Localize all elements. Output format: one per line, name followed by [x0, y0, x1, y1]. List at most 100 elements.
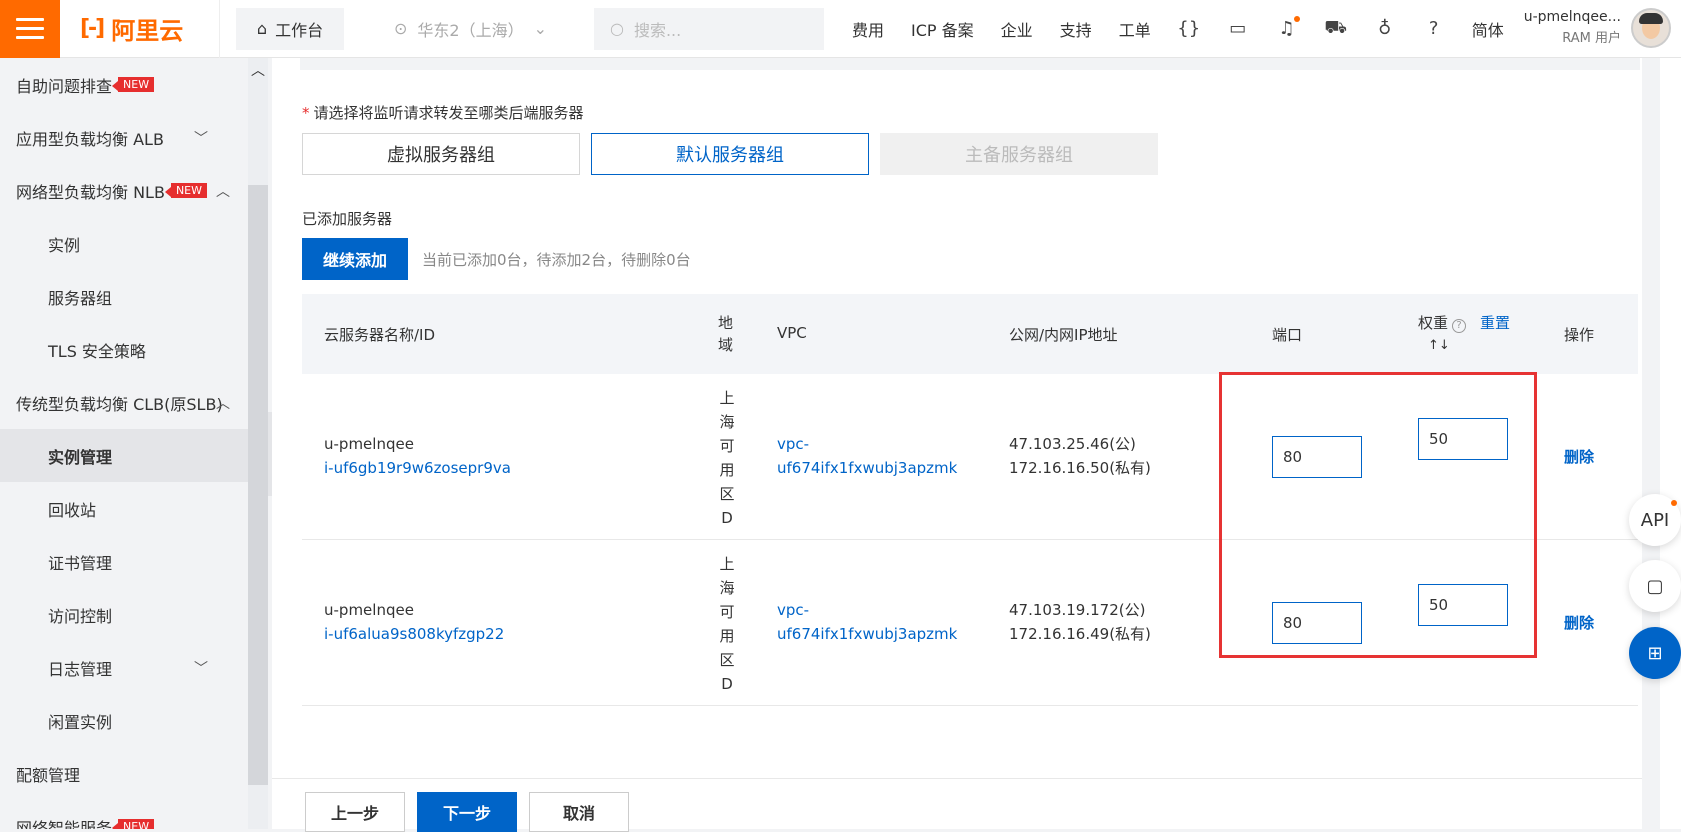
- sidebar-item-quota[interactable]: 配额管理: [0, 747, 248, 800]
- scroll-up-icon[interactable]: ︿: [251, 60, 265, 80]
- server-id-link[interactable]: i-uf6alua9s808kyfzgp22: [324, 622, 504, 646]
- sidebar-item-network-smart[interactable]: 网络智能服务 NEW: [0, 800, 248, 829]
- sidebar-item-label: TLS 安全策略: [48, 341, 146, 361]
- region-label: 华东2（上海）: [417, 20, 524, 40]
- sidebar-item-label: 实例: [48, 235, 81, 255]
- add-status-hint: 当前已添加0台，待添加2台，待删除0台: [422, 251, 691, 269]
- vpc-link[interactable]: vpc-uf674ifx1fxwubj3apzmk: [777, 598, 957, 646]
- sidebar-item-label: 回收站: [48, 500, 97, 520]
- default-server-group-option[interactable]: 默认服务器组: [591, 133, 869, 175]
- sidebar-item-label: 访问控制: [48, 606, 113, 626]
- nav-support[interactable]: 支持: [1060, 17, 1092, 41]
- col-ip: 公网/内网IP地址: [1009, 326, 1118, 344]
- api-button[interactable]: API: [1629, 494, 1681, 546]
- sidebar-item-label: 应用型负载均衡 ALB: [16, 129, 164, 149]
- prompt-text: 请选择将监听请求转发至哪类后端服务器: [313, 104, 584, 122]
- virtual-server-group-option[interactable]: 虚拟服务器组: [302, 133, 580, 175]
- code-icon[interactable]: {}: [1177, 18, 1200, 40]
- new-badge: NEW: [112, 77, 155, 92]
- prev-step-button[interactable]: 上一步: [305, 792, 405, 832]
- user-info[interactable]: u-pmelnqee... RAM 用户: [1524, 6, 1621, 50]
- page-scrollbar[interactable]: [1660, 58, 1681, 829]
- location-pin-icon: ⊙: [394, 19, 408, 38]
- terminal-icon[interactable]: ▭: [1227, 18, 1249, 40]
- server-name: u-pmelnqee: [324, 601, 414, 619]
- home-icon: ⌂: [256, 19, 268, 38]
- server-id-link[interactable]: i-uf6gb19r9w6zosepr9va: [324, 456, 511, 480]
- zone-text: 上海可用区D: [719, 555, 735, 693]
- sidebar-item-access-control[interactable]: 访问控制: [0, 588, 248, 641]
- sidebar-item-instance[interactable]: 实例: [0, 217, 248, 270]
- col-vpc: VPC: [777, 324, 807, 342]
- sidebar-item-label: 日志管理: [48, 659, 113, 679]
- sidebar-item-troubleshoot[interactable]: 自助问题排查 NEW: [0, 58, 248, 111]
- help-icon[interactable]: ?: [1452, 319, 1467, 333]
- bell-icon[interactable]: ♫: [1276, 15, 1300, 40]
- nav-ticket[interactable]: 工单: [1119, 17, 1151, 41]
- sidebar-scrollbar-thumb[interactable]: [248, 185, 268, 785]
- sidebar-item-label: 传统型负载均衡 CLB(原SLB): [16, 394, 223, 414]
- workbench-label: 工作台: [275, 20, 324, 40]
- new-badge: NEW: [164, 183, 208, 198]
- sort-icon[interactable]: ↑↓: [1428, 338, 1450, 353]
- ip-addresses: 47.103.19.172(公) 172.16.16.49(私有): [1009, 601, 1151, 643]
- chat-icon[interactable]: ▢: [1629, 560, 1681, 612]
- lightbulb-icon[interactable]: ♁: [1374, 18, 1396, 40]
- server-name: u-pmelnqee: [324, 435, 414, 453]
- sidebar-item-alb[interactable]: 应用型负载均衡 ALB ﹀: [0, 111, 248, 164]
- language-switch[interactable]: 简体: [1472, 17, 1504, 41]
- sidebar-item-clb[interactable]: 传统型负载均衡 CLB(原SLB) ︿: [0, 376, 248, 429]
- chevron-down-icon: ⌄: [533, 19, 547, 38]
- nav-icp[interactable]: ICP 备案: [911, 17, 974, 41]
- nav-enterprise[interactable]: 企业: [1001, 17, 1033, 41]
- sidebar-item-label: 证书管理: [48, 553, 113, 573]
- sidebar-item-label: 实例管理: [48, 447, 113, 467]
- backend-type-prompt: * 请选择将监听请求转发至哪类后端服务器: [302, 104, 584, 122]
- logo-text: 阿里云: [111, 17, 184, 45]
- col-action: 操作: [1564, 326, 1595, 344]
- sidebar-item-label: 配额管理: [16, 765, 81, 785]
- col-port: 端口: [1272, 326, 1303, 344]
- top-navbar: [-] 阿里云 ⌂ 工作台 ⊙ 华东2（上海） ⌄ ○ 搜索... 费用 ICP …: [0, 0, 1681, 58]
- chevron-up-icon: ︿: [216, 183, 230, 200]
- aliyun-logo[interactable]: [-] 阿里云: [60, 0, 220, 58]
- delete-link[interactable]: 删除: [1564, 446, 1594, 467]
- sidebar-item-tls[interactable]: TLS 安全策略: [0, 323, 248, 376]
- sidebar-item-recycle[interactable]: 回收站: [0, 482, 248, 535]
- apps-grid-icon[interactable]: ⊞: [1629, 627, 1681, 679]
- chevron-down-icon: ﹀: [194, 130, 208, 147]
- sidebar-item-label: 网络智能服务: [16, 818, 113, 830]
- chevron-up-icon: ︿: [216, 395, 230, 412]
- hamburger-menu-icon[interactable]: [0, 0, 60, 58]
- sidebar-item-logs[interactable]: 日志管理 ﹀: [0, 641, 248, 694]
- user-name: u-pmelnqee...: [1523, 9, 1621, 25]
- continue-add-button[interactable]: 继续添加: [302, 238, 408, 280]
- region-selector[interactable]: ⊙ 华东2（上海） ⌄: [394, 17, 564, 41]
- ip-addresses: 47.103.25.46(公) 172.16.16.50(私有): [1009, 435, 1151, 477]
- sidebar-item-label: 网络型负载均衡 NLB: [16, 182, 165, 202]
- nav-billing[interactable]: 费用: [852, 17, 884, 41]
- reset-weight-link[interactable]: 重置: [1480, 312, 1510, 333]
- sidebar-item-server-group[interactable]: 服务器组: [0, 270, 248, 323]
- delete-link[interactable]: 删除: [1564, 612, 1594, 633]
- cart-icon[interactable]: ⛟: [1324, 17, 1347, 40]
- col-name: 云服务器名称/ID: [324, 326, 436, 344]
- table-header: 云服务器名称/ID 地域 VPC 公网/内网IP地址 端口 权重? 重置 ↑↓ …: [302, 294, 1638, 374]
- cancel-button[interactable]: 取消: [529, 792, 629, 832]
- help-icon[interactable]: ?: [1423, 18, 1445, 40]
- workbench-button[interactable]: ⌂ 工作台: [236, 7, 344, 50]
- primary-backup-group-option: 主备服务器组: [880, 133, 1158, 175]
- sidebar-item-certificates[interactable]: 证书管理: [0, 535, 248, 588]
- next-step-button[interactable]: 下一步: [417, 792, 517, 832]
- chevron-down-icon: ﹀: [194, 660, 208, 677]
- vpc-link[interactable]: vpc-uf674ifx1fxwubj3apzmk: [777, 432, 957, 480]
- new-badge: NEW: [112, 819, 155, 829]
- sidebar-item-nlb[interactable]: 网络型负载均衡 NLB NEW ︿: [0, 164, 248, 217]
- avatar[interactable]: [1631, 8, 1671, 48]
- top-nav-links: 费用 ICP 备案 企业 支持 工单 {} ▭ ♫ ⛟ ♁ ? 简体: [852, 15, 1504, 41]
- col-zone: 地域: [718, 314, 734, 354]
- search-box[interactable]: ○ 搜索...: [594, 7, 824, 50]
- sidebar-item-idle[interactable]: 闲置实例: [0, 694, 248, 747]
- sidebar-item-instance-manage[interactable]: 实例管理: [0, 429, 248, 482]
- search-icon: ○: [610, 19, 624, 38]
